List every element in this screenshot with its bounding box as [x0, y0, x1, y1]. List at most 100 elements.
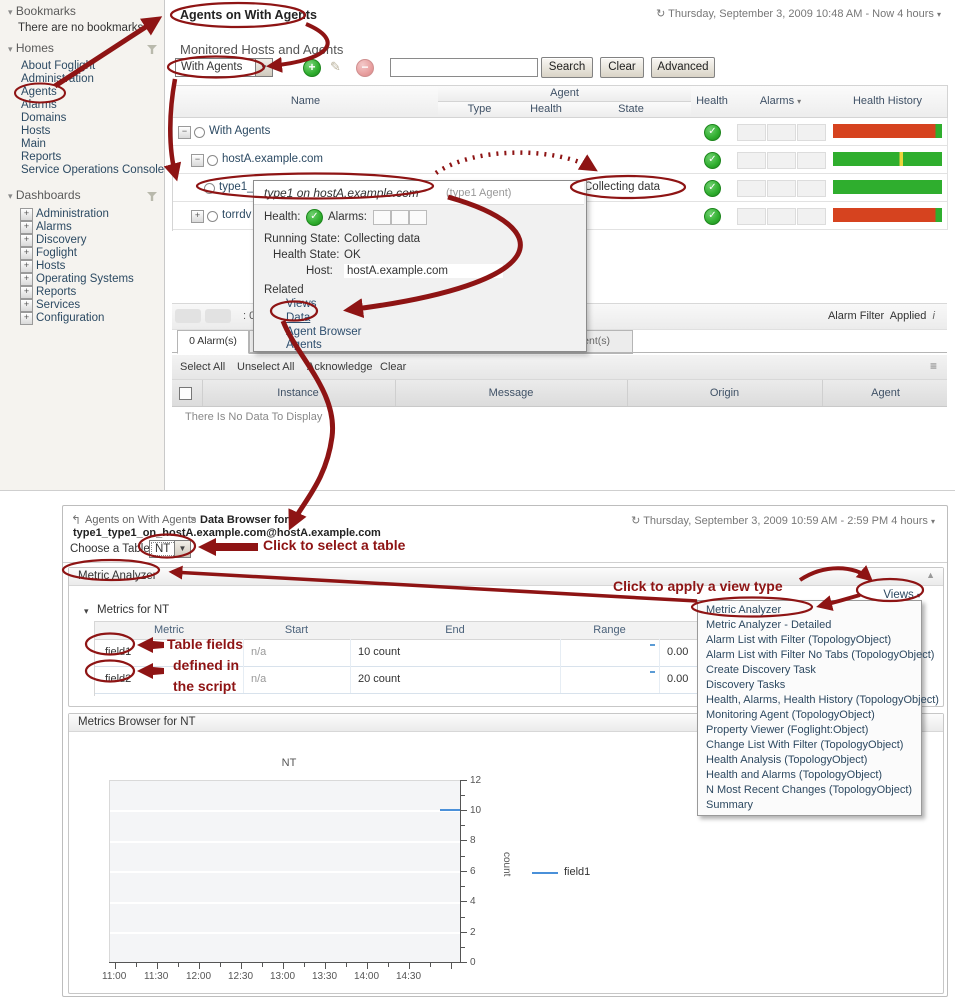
- related-agents-link[interactable]: Agents: [286, 339, 322, 351]
- menu-item-health-alarms-history[interactable]: Health, Alarms, Health History (Topology…: [698, 693, 939, 708]
- col-header-range[interactable]: Range: [560, 621, 660, 640]
- edit-pencil-icon[interactable]: ✎: [330, 59, 346, 75]
- expand-plus-icon[interactable]: +: [20, 247, 33, 260]
- dashboards-section-header[interactable]: ▾ Dashboards: [8, 188, 81, 202]
- col-header-alarms[interactable]: Alarms ▾: [733, 86, 829, 118]
- filter-funnel-icon[interactable]: [147, 45, 157, 54]
- col-header-instance[interactable]: Instance: [202, 380, 393, 406]
- homes-section-header[interactable]: ▾ Homes: [8, 41, 54, 55]
- time-range-selector[interactable]: ↻ Thursday, September 3, 2009 10:48 AM -…: [656, 7, 941, 20]
- menu-item-alarm-list-no-tabs[interactable]: Alarm List with Filter No Tabs (Topology…: [698, 648, 934, 663]
- sidebar-item-dash-administration[interactable]: Administration: [36, 208, 109, 220]
- col-header-health[interactable]: Health: [691, 86, 734, 118]
- menu-item-discovery-tasks[interactable]: Discovery Tasks: [698, 678, 921, 693]
- breadcrumb-root[interactable]: Agents on With Agents: [85, 514, 196, 526]
- sidebar-item-agents[interactable]: Agents: [21, 86, 57, 98]
- related-data-link[interactable]: Data: [286, 312, 310, 324]
- menu-item-property-viewer[interactable]: Property Viewer (Foglight:Object): [698, 723, 921, 738]
- menu-item-monitoring-agent[interactable]: Monitoring Agent (TopologyObject): [698, 708, 921, 723]
- sidebar-item-alarms[interactable]: Alarms: [21, 99, 57, 111]
- sidebar-item-dash-services[interactable]: Services: [36, 299, 80, 311]
- sidebar-item-main[interactable]: Main: [21, 138, 46, 150]
- metrics-collapse-icon[interactable]: ▾: [84, 606, 89, 617]
- bookmarks-section-header[interactable]: ▾ Bookmarks: [8, 4, 76, 18]
- back-icon[interactable]: ↰: [71, 513, 81, 527]
- menu-item-change-list[interactable]: Change List With Filter (TopologyObject): [698, 738, 921, 753]
- collapse-panel-icon[interactable]: ▲: [926, 570, 935, 580]
- expand-plus-icon[interactable]: +: [20, 234, 33, 247]
- row-name[interactable]: hostA.example.com: [222, 153, 323, 165]
- sidebar-item-dash-foglight[interactable]: Foglight: [36, 247, 77, 259]
- expand-plus-icon[interactable]: +: [20, 221, 33, 234]
- customizer-menu-icon[interactable]: ≡: [930, 359, 937, 373]
- select-all-checkbox[interactable]: [179, 387, 192, 400]
- metric-row-cell[interactable]: field1: [95, 639, 244, 667]
- row-name[interactable]: torrdv: [222, 209, 251, 221]
- col-header-agent[interactable]: Agent: [822, 380, 948, 406]
- col-header-end[interactable]: End: [350, 621, 561, 640]
- acknowledge-button[interactable]: Acknowledge: [307, 361, 372, 373]
- filter-funnel-icon[interactable]: [147, 192, 157, 201]
- col-header-agent-health[interactable]: Health: [521, 102, 572, 118]
- col-header-message[interactable]: Message: [395, 380, 626, 406]
- menu-item-health-and-alarms[interactable]: Health and Alarms (TopologyObject): [698, 768, 921, 783]
- menu-item-metric-analyzer-detailed[interactable]: Metric Analyzer - Detailed: [698, 618, 921, 633]
- table-row[interactable]: − hostA.example.com: [173, 146, 439, 174]
- menu-item-summary[interactable]: Summary: [698, 798, 921, 813]
- sidebar-item-dash-alarms[interactable]: Alarms: [36, 221, 72, 233]
- agent-filter-dropdown[interactable]: With Agents: [175, 58, 261, 77]
- search-input[interactable]: [390, 58, 538, 77]
- sidebar-item-dash-hosts[interactable]: Hosts: [36, 260, 65, 272]
- add-button[interactable]: +: [303, 59, 321, 77]
- col-header-type[interactable]: Type: [438, 102, 522, 118]
- unselect-all-button[interactable]: Unselect All: [237, 361, 294, 373]
- sidebar-item-dash-configuration[interactable]: Configuration: [36, 312, 104, 324]
- advanced-button[interactable]: Advanced: [651, 57, 715, 78]
- expand-plus-icon[interactable]: +: [20, 286, 33, 299]
- info-icon[interactable]: i: [933, 310, 935, 322]
- row-radio[interactable]: [207, 211, 218, 222]
- col-header-health-history[interactable]: Health History: [828, 86, 948, 118]
- menu-item-metric-analyzer[interactable]: Metric Analyzer: [698, 603, 921, 618]
- expand-plus-icon[interactable]: +: [20, 208, 33, 221]
- row-name[interactable]: With Agents: [209, 125, 270, 137]
- col-header-start[interactable]: Start: [243, 621, 351, 640]
- menu-item-alarm-list-filter[interactable]: Alarm List with Filter (TopologyObject): [698, 633, 921, 648]
- expand-plus-icon[interactable]: +: [20, 299, 33, 312]
- remove-button[interactable]: −: [356, 59, 374, 77]
- tab-alarms[interactable]: 0 Alarm(s): [177, 330, 249, 354]
- time-range-selector[interactable]: ↻ Thursday, September 3, 2009 10:59 AM -…: [631, 514, 935, 527]
- expand-plus-icon[interactable]: +: [191, 210, 204, 223]
- col-header-metric[interactable]: Metric: [95, 621, 244, 640]
- sidebar-item-domains[interactable]: Domains: [21, 112, 66, 124]
- select-all-button[interactable]: Select All: [180, 361, 225, 373]
- expand-plus-icon[interactable]: +: [20, 312, 33, 325]
- sidebar-item-reports[interactable]: Reports: [21, 151, 61, 163]
- sidebar-item-about-foglight[interactable]: About Foglight: [21, 60, 95, 72]
- table-select-arrow-button[interactable]: ▼: [174, 540, 191, 558]
- table-row[interactable]: − With Agents: [173, 118, 439, 146]
- expand-plus-icon[interactable]: +: [20, 273, 33, 286]
- collapse-minus-icon[interactable]: −: [191, 154, 204, 167]
- row-radio[interactable]: [207, 155, 218, 166]
- row-radio[interactable]: [204, 183, 215, 194]
- menu-item-n-most-recent[interactable]: N Most Recent Changes (TopologyObject): [698, 783, 921, 798]
- clear-alarms-button[interactable]: Clear: [380, 361, 406, 373]
- search-button[interactable]: Search: [541, 57, 593, 78]
- metric-row-cell[interactable]: field2: [95, 666, 244, 694]
- sidebar-item-dash-operating-systems[interactable]: Operating Systems: [36, 273, 134, 285]
- col-header-origin[interactable]: Origin: [627, 380, 821, 406]
- row-radio[interactable]: [194, 127, 205, 138]
- sidebar-item-administration[interactable]: Administration: [21, 73, 94, 85]
- sidebar-item-dash-discovery[interactable]: Discovery: [36, 234, 86, 246]
- col-header-state[interactable]: State: [571, 102, 692, 118]
- sidebar-item-hosts[interactable]: Hosts: [21, 125, 50, 137]
- sidebar-item-service-operations-console[interactable]: Service Operations Console: [21, 164, 164, 176]
- menu-item-health-analysis[interactable]: Health Analysis (TopologyObject): [698, 753, 921, 768]
- clear-button[interactable]: Clear: [600, 57, 644, 78]
- col-header-name[interactable]: Name: [173, 86, 439, 118]
- dropdown-arrow-button[interactable]: ▼: [255, 58, 273, 77]
- expand-plus-icon[interactable]: +: [20, 260, 33, 273]
- collapse-minus-icon[interactable]: −: [178, 126, 191, 139]
- sidebar-item-dash-reports[interactable]: Reports: [36, 286, 76, 298]
